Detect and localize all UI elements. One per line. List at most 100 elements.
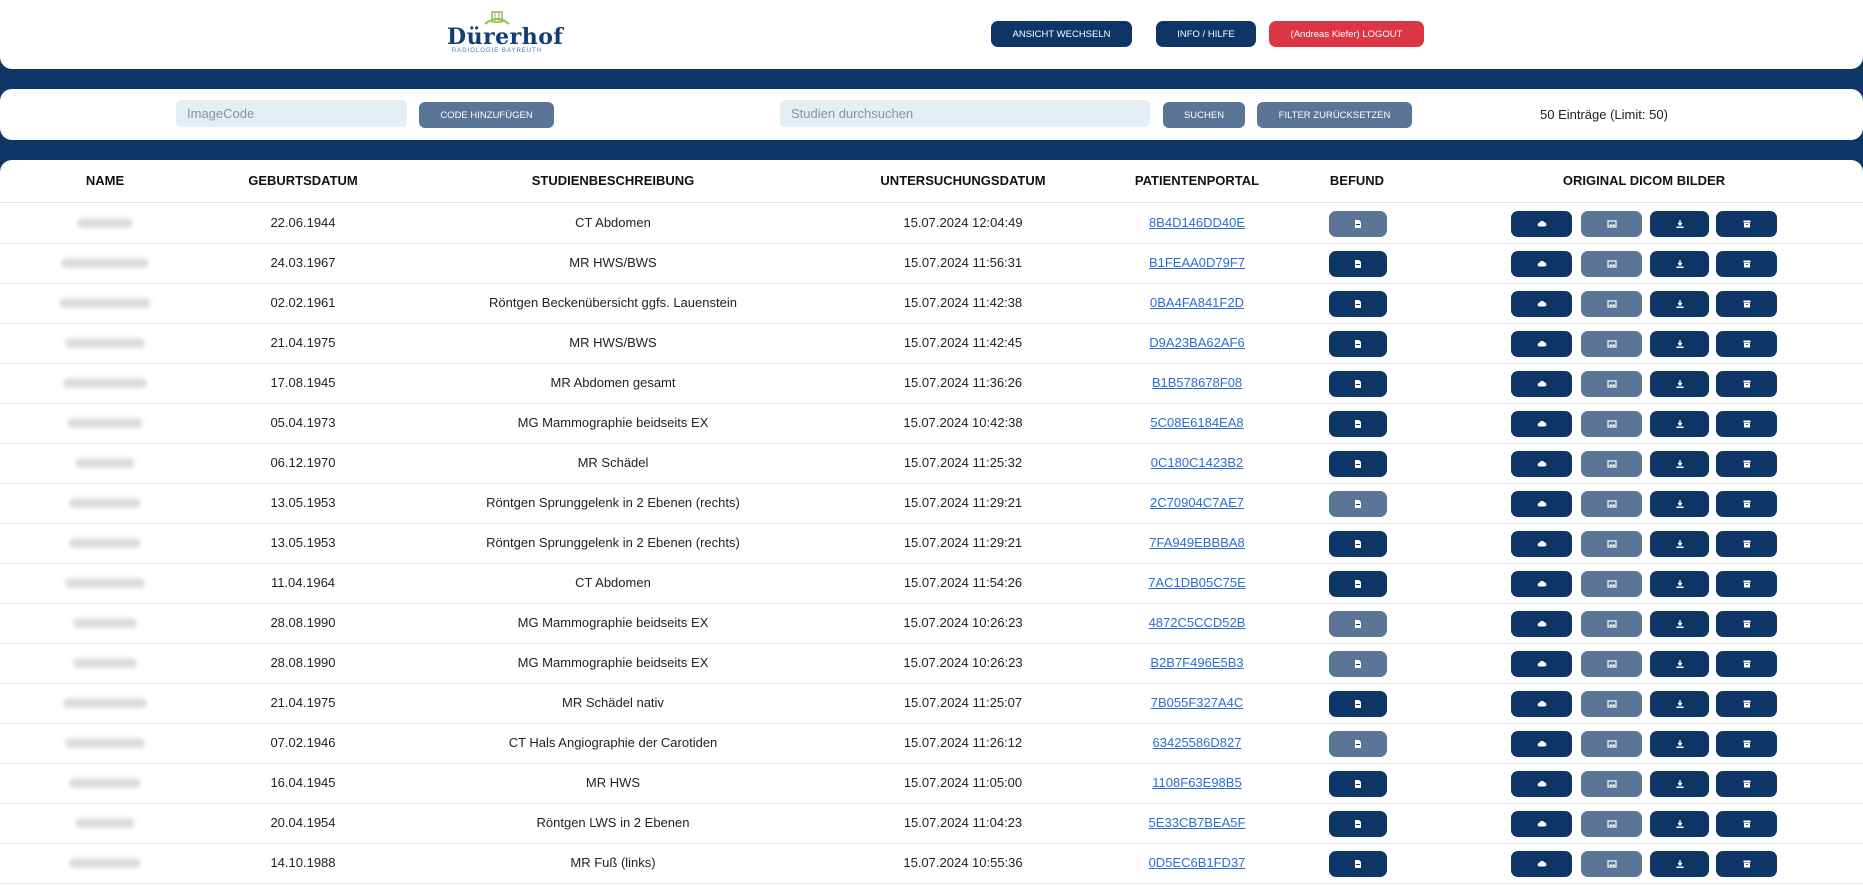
report-button[interactable] (1329, 571, 1387, 597)
report-button[interactable] (1329, 771, 1387, 797)
download-button[interactable] (1650, 611, 1709, 637)
archive-button[interactable] (1716, 451, 1777, 477)
download-button[interactable] (1650, 691, 1709, 717)
cloud-button[interactable] (1511, 251, 1572, 277)
download-button[interactable] (1650, 491, 1709, 517)
download-button[interactable] (1650, 251, 1709, 277)
cloud-button[interactable] (1511, 811, 1572, 837)
download-button[interactable] (1650, 371, 1709, 397)
report-button[interactable] (1329, 491, 1387, 517)
cloud-button[interactable] (1511, 211, 1572, 237)
cloud-button[interactable] (1511, 691, 1572, 717)
archive-button[interactable] (1716, 211, 1777, 237)
info-help-button[interactable]: INFO / HILFE (1156, 21, 1256, 47)
archive-button[interactable] (1716, 651, 1777, 677)
portal-link[interactable]: 5C08E6184EA8 (1117, 403, 1277, 443)
portal-link[interactable]: B2B7F496E5B3 (1117, 643, 1277, 683)
portal-link[interactable]: 0C180C1423B2 (1117, 443, 1277, 483)
archive-button[interactable] (1716, 811, 1777, 837)
viewer-button[interactable] (1581, 251, 1642, 277)
reset-filter-button[interactable]: FILTER ZURÜCKSETZEN (1257, 102, 1412, 128)
download-button[interactable] (1650, 811, 1709, 837)
cloud-button[interactable] (1511, 371, 1572, 397)
report-button[interactable] (1329, 611, 1387, 637)
report-button[interactable] (1329, 731, 1387, 757)
download-button[interactable] (1650, 731, 1709, 757)
report-button[interactable] (1329, 651, 1387, 677)
archive-button[interactable] (1716, 411, 1777, 437)
report-button[interactable] (1329, 811, 1387, 837)
archive-button[interactable] (1716, 371, 1777, 397)
study-search-input[interactable] (780, 100, 1150, 127)
viewer-button[interactable] (1581, 491, 1642, 517)
viewer-button[interactable] (1581, 211, 1642, 237)
viewer-button[interactable] (1581, 771, 1642, 797)
report-button[interactable] (1329, 371, 1387, 397)
viewer-button[interactable] (1581, 651, 1642, 677)
portal-link[interactable]: 7AC1DB05C75E (1117, 563, 1277, 603)
portal-link[interactable]: B1B578678F08 (1117, 363, 1277, 403)
add-code-button[interactable]: CODE HINZUFÜGEN (419, 102, 554, 128)
portal-link[interactable]: 8B4D146DD40E (1117, 203, 1277, 243)
report-button[interactable] (1329, 451, 1387, 477)
archive-button[interactable] (1716, 291, 1777, 317)
cloud-button[interactable] (1511, 611, 1572, 637)
cloud-button[interactable] (1511, 771, 1572, 797)
portal-link[interactable]: 7FA949EBBBA8 (1117, 523, 1277, 563)
archive-button[interactable] (1716, 611, 1777, 637)
download-button[interactable] (1650, 331, 1709, 357)
report-button[interactable] (1329, 531, 1387, 557)
archive-button[interactable] (1716, 731, 1777, 757)
download-button[interactable] (1650, 651, 1709, 677)
cloud-button[interactable] (1511, 731, 1572, 757)
viewer-button[interactable] (1581, 291, 1642, 317)
download-button[interactable] (1650, 211, 1709, 237)
cloud-button[interactable] (1511, 651, 1572, 677)
portal-link[interactable]: B1FEAA0D79F7 (1117, 243, 1277, 283)
archive-button[interactable] (1716, 571, 1777, 597)
portal-link[interactable]: 7B055F327A4C (1117, 683, 1277, 723)
viewer-button[interactable] (1581, 691, 1642, 717)
cloud-button[interactable] (1511, 571, 1572, 597)
cloud-button[interactable] (1511, 451, 1572, 477)
archive-button[interactable] (1716, 691, 1777, 717)
viewer-button[interactable] (1581, 611, 1642, 637)
imagecode-input[interactable] (176, 100, 407, 127)
report-button[interactable] (1329, 331, 1387, 357)
cloud-button[interactable] (1511, 291, 1572, 317)
archive-button[interactable] (1716, 331, 1777, 357)
report-button[interactable] (1329, 411, 1387, 437)
cloud-button[interactable] (1511, 531, 1572, 557)
cloud-button[interactable] (1511, 491, 1572, 517)
viewer-button[interactable] (1581, 371, 1642, 397)
download-button[interactable] (1650, 411, 1709, 437)
portal-link[interactable]: 1108F63E98B5 (1117, 763, 1277, 803)
report-button[interactable] (1329, 851, 1387, 877)
viewer-button[interactable] (1581, 331, 1642, 357)
download-button[interactable] (1650, 451, 1709, 477)
archive-button[interactable] (1716, 771, 1777, 797)
cloud-button[interactable] (1511, 331, 1572, 357)
viewer-button[interactable] (1581, 451, 1642, 477)
download-button[interactable] (1650, 291, 1709, 317)
download-button[interactable] (1650, 531, 1709, 557)
download-button[interactable] (1650, 771, 1709, 797)
download-button[interactable] (1650, 571, 1709, 597)
portal-link[interactable]: 63425586D827 (1117, 723, 1277, 763)
report-button[interactable] (1329, 691, 1387, 717)
archive-button[interactable] (1716, 491, 1777, 517)
switch-view-button[interactable]: ANSICHT WECHSELN (991, 21, 1132, 47)
cloud-button[interactable] (1511, 851, 1572, 877)
viewer-button[interactable] (1581, 411, 1642, 437)
archive-button[interactable] (1716, 531, 1777, 557)
report-button[interactable] (1329, 251, 1387, 277)
portal-link[interactable]: 5E33CB7BEA5F (1117, 803, 1277, 843)
cloud-button[interactable] (1511, 411, 1572, 437)
portal-link[interactable]: 2C70904C7AE7 (1117, 483, 1277, 523)
report-button[interactable] (1329, 211, 1387, 237)
archive-button[interactable] (1716, 251, 1777, 277)
report-button[interactable] (1329, 291, 1387, 317)
portal-link[interactable]: 0BA4FA841F2D (1117, 283, 1277, 323)
portal-link[interactable]: 4872C5CCD52B (1117, 603, 1277, 643)
download-button[interactable] (1650, 851, 1709, 877)
